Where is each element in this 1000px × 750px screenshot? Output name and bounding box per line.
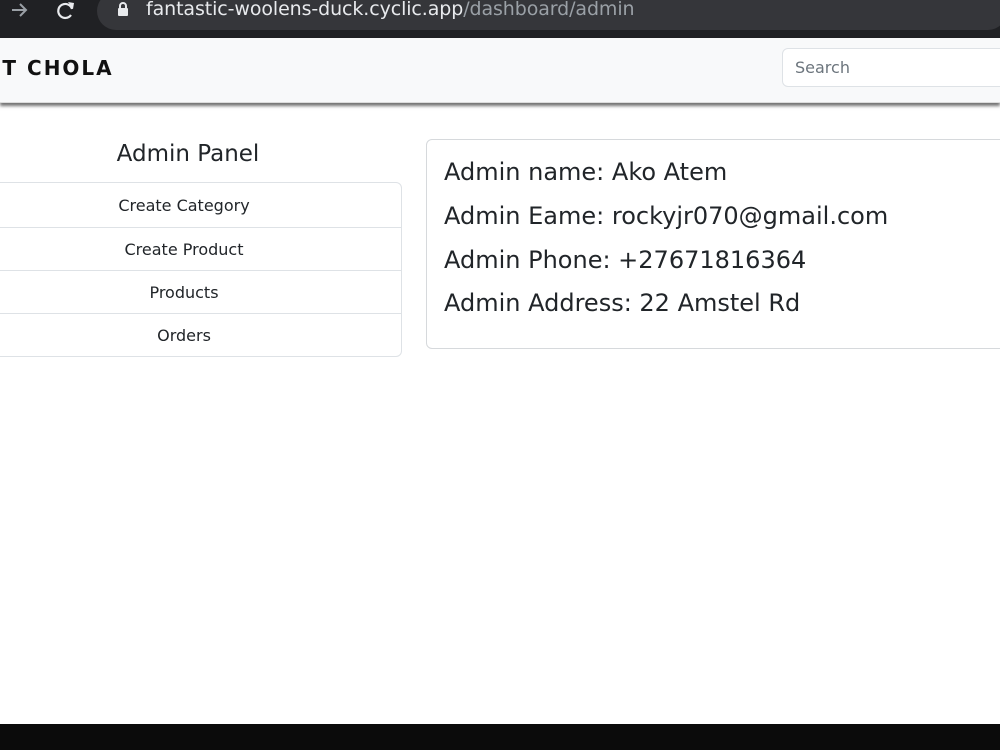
admin-name: Admin name: Ako Atem: [444, 158, 728, 186]
app-navbar: ST CHOLA: [0, 38, 1000, 103]
menu-item-products[interactable]: Products: [0, 270, 401, 313]
admin-panel-title: Admin Panel: [116, 141, 260, 167]
address-url[interactable]: fantastic-woolens-duck.cyclic.app/dashbo…: [146, 0, 635, 22]
bottom-bar: [0, 724, 1000, 750]
admin-info-card: Admin name: Ako Atem Admin Eame: rockyjr…: [426, 139, 1000, 349]
browser-toolbar: fantastic-woolens-duck.cyclic.app/dashbo…: [0, 0, 1000, 38]
admin-address: Admin Address: 22 Amstel Rd: [444, 289, 801, 317]
menu-item-create-category[interactable]: Create Category: [0, 183, 401, 227]
url-host: fantastic-woolens-duck.cyclic.app: [146, 0, 464, 20]
admin-menu: Create Category Create Product Products …: [0, 182, 402, 357]
menu-item-orders[interactable]: Orders: [0, 313, 401, 356]
brand-logo[interactable]: ST CHOLA: [0, 56, 114, 80]
admin-phone: Admin Phone: +27671816364: [444, 246, 807, 274]
lock-icon: [117, 1, 129, 21]
url-path: /dashboard/admin: [463, 0, 635, 20]
reload-icon[interactable]: [54, 0, 78, 22]
admin-email: Admin Eame: rockyjr070@gmail.com: [444, 202, 889, 230]
forward-icon[interactable]: [8, 0, 32, 22]
search-input[interactable]: [782, 48, 1000, 87]
menu-item-create-product[interactable]: Create Product: [0, 227, 401, 270]
